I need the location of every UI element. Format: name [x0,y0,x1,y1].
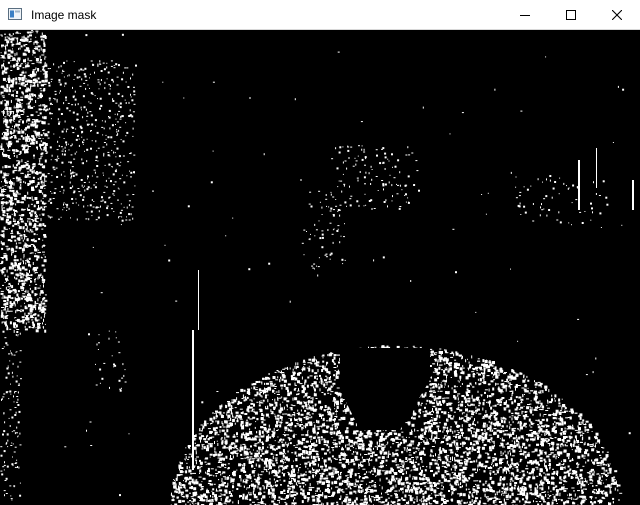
minimize-icon [520,10,530,20]
minimize-button[interactable] [502,0,548,29]
window-title: Image mask [31,8,97,22]
maximize-button[interactable] [548,0,594,29]
window-app-icon[interactable] [8,7,22,21]
close-icon [612,9,622,20]
mask-image [0,30,640,505]
mask-image-canvas [0,30,640,505]
close-button[interactable] [594,0,640,29]
maximize-icon [566,9,576,20]
image-mask-window: Image mask [0,0,640,505]
title-bar[interactable]: Image mask [0,0,640,30]
